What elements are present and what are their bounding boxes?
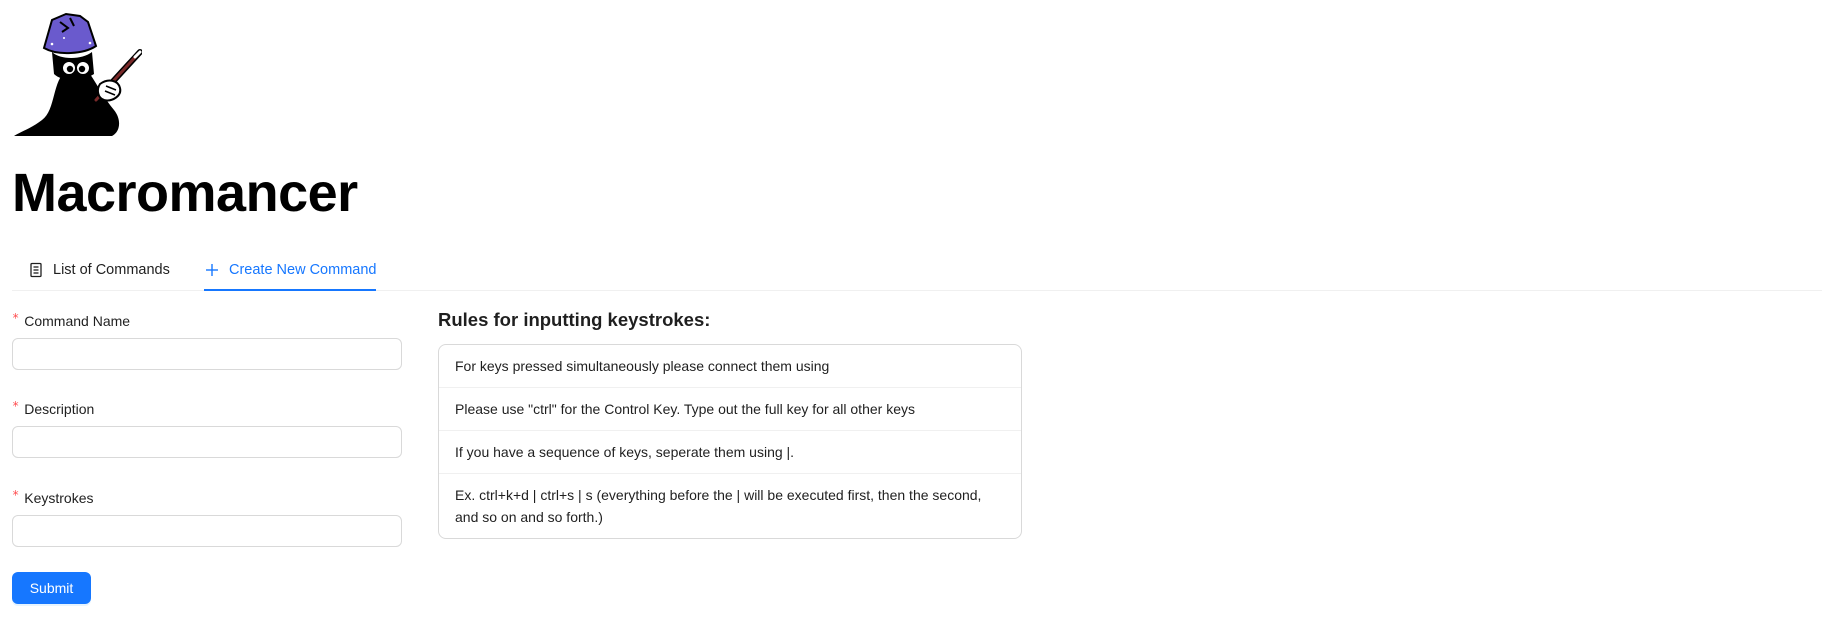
command-name-label: * Command Name <box>12 310 402 332</box>
keystrokes-label: * Keystrokes <box>12 487 402 509</box>
description-input[interactable] <box>12 426 402 458</box>
book-icon <box>28 262 44 278</box>
keystrokes-input[interactable] <box>12 515 402 547</box>
description-label: * Description <box>12 398 402 420</box>
form-item-description: * Description <box>12 398 402 458</box>
app-root: Macromancer List of Commands Create New <box>0 0 1835 627</box>
keystroke-rules-panel: Rules for inputting keystrokes: For keys… <box>438 306 1022 539</box>
tab-bar: List of Commands Create New Command <box>12 250 1822 291</box>
required-mark: * <box>12 399 20 413</box>
page-title: Macromancer <box>12 163 358 223</box>
field-label-text: Keystrokes <box>24 490 94 506</box>
command-name-input[interactable] <box>12 338 402 370</box>
form-item-command-name: * Command Name <box>12 310 402 370</box>
plus-icon <box>204 262 220 278</box>
field-label-text: Description <box>24 401 95 417</box>
required-mark: * <box>12 488 20 502</box>
rules-title: Rules for inputting keystrokes: <box>438 309 711 330</box>
rules-list: For keys pressed simultaneously please c… <box>438 344 1022 539</box>
form-item-keystrokes: * Keystrokes <box>12 487 402 547</box>
tab-label: List of Commands <box>53 262 170 278</box>
rule-item: Please use "ctrl" for the Control Key. T… <box>439 388 1021 431</box>
field-label-text: Command Name <box>24 313 131 329</box>
active-tab-indicator <box>204 289 376 291</box>
rule-item: Ex. ctrl+k+d | ctrl+s | s (everything be… <box>455 487 982 525</box>
tab-list-of-commands[interactable]: List of Commands <box>28 250 170 290</box>
rule-item: If you have a sequence of keys, seperate… <box>439 431 1021 474</box>
tab-label: Create New Command <box>229 262 377 278</box>
required-mark: * <box>12 311 20 325</box>
submit-button[interactable]: Submit <box>12 572 91 604</box>
rule-item: For keys pressed simultaneously please c… <box>439 345 1021 388</box>
tab-create-new-command[interactable]: Create New Command <box>204 250 376 290</box>
macromancer-logo <box>14 12 142 136</box>
